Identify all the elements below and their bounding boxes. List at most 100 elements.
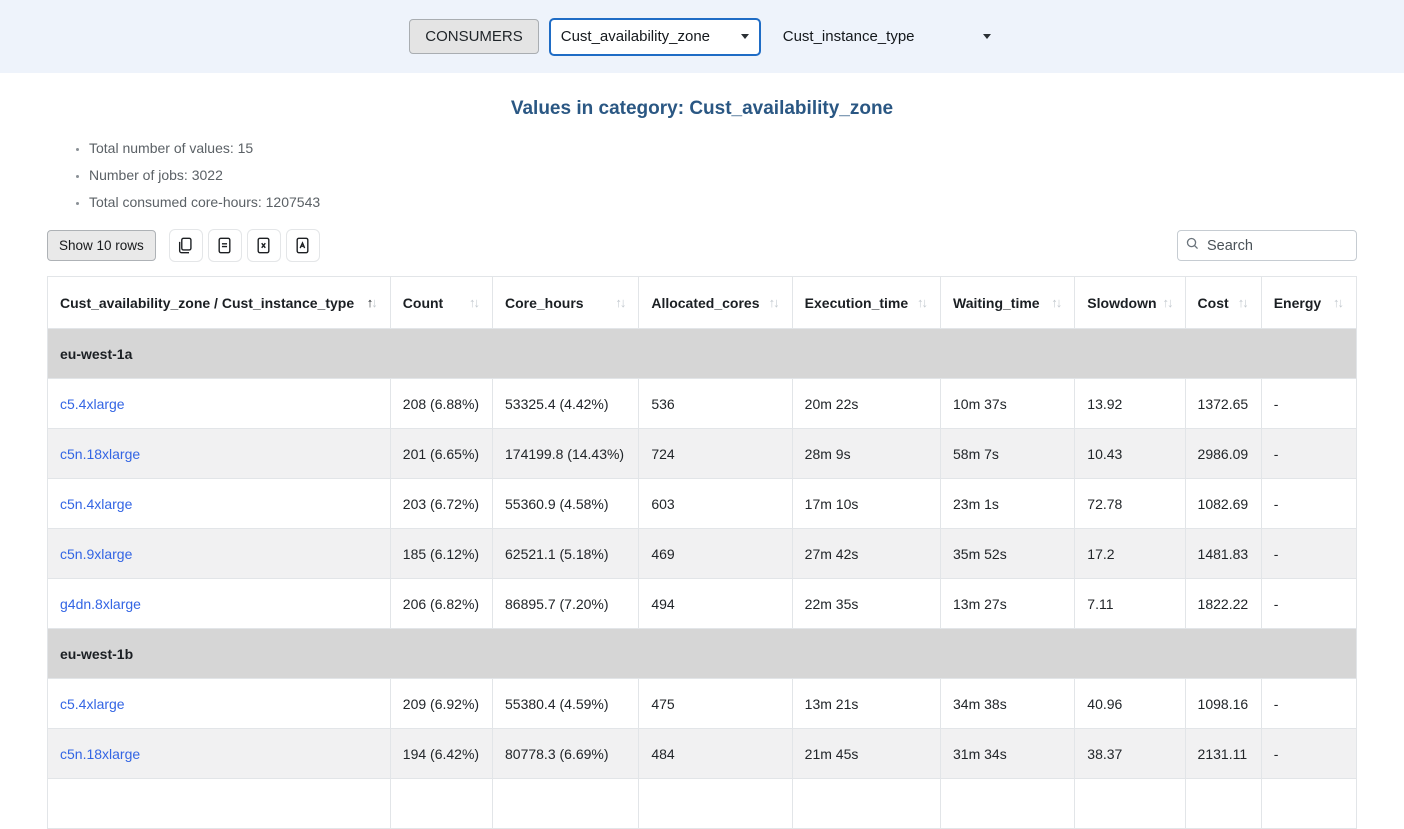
sort-arrows-icon: ↑↓: [615, 295, 626, 310]
export-pdf-button[interactable]: [286, 229, 320, 262]
data-cell: 28m 9s: [792, 429, 940, 479]
data-cell: 2986.09: [1185, 429, 1261, 479]
values-table: Cust_availability_zone / Cust_instance_t…: [47, 276, 1357, 829]
instance-link[interactable]: c5.4xlarge: [60, 396, 125, 412]
data-cell: 1372.65: [1185, 379, 1261, 429]
column-header[interactable]: Cust_availability_zone / Cust_instance_t…: [48, 277, 391, 329]
column-header-label: Slowdown: [1087, 295, 1156, 311]
data-cell: -: [1261, 479, 1356, 529]
table-row: c5n.18xlarge201 (6.65%)174199.8 (14.43%)…: [48, 429, 1357, 479]
export-excel-button[interactable]: [247, 229, 281, 262]
data-cell: 2131.11: [1185, 729, 1261, 779]
data-cell: 40.96: [1075, 679, 1185, 729]
instance-link[interactable]: g4dn.8xlarge: [60, 596, 141, 612]
data-cell: 185 (6.12%): [390, 529, 492, 579]
table-row: c5n.9xlarge185 (6.12%)62521.1 (5.18%)469…: [48, 529, 1357, 579]
data-cell: [639, 779, 792, 829]
data-cell: -: [1261, 679, 1356, 729]
breakdown-select[interactable]: Cust_instance_type: [779, 28, 995, 45]
column-header[interactable]: Allocated_cores↑↓: [639, 277, 792, 329]
data-cell: 203 (6.72%): [390, 479, 492, 529]
data-cell: 469: [639, 529, 792, 579]
topbar: CONSUMERS Cust_availability_zone Cust_in…: [0, 0, 1404, 73]
category-select[interactable]: Cust_availability_zone: [549, 18, 761, 56]
data-cell: 475: [639, 679, 792, 729]
data-cell: 10.43: [1075, 429, 1185, 479]
data-cell: 23m 1s: [941, 479, 1075, 529]
group-row: eu-west-1b: [48, 629, 1357, 679]
instance-link[interactable]: c5.4xlarge: [60, 696, 125, 712]
data-cell: -: [1261, 579, 1356, 629]
data-cell: 536: [639, 379, 792, 429]
instance-cell: c5n.4xlarge: [48, 479, 391, 529]
column-header[interactable]: Slowdown ↑↓: [1075, 277, 1185, 329]
data-cell: [390, 779, 492, 829]
data-cell: 72.78: [1075, 479, 1185, 529]
column-header-label: Energy: [1274, 295, 1321, 311]
column-header[interactable]: Cost ↑↓: [1185, 277, 1261, 329]
instance-link[interactable]: c5n.4xlarge: [60, 496, 132, 512]
data-cell: 13m 27s: [941, 579, 1075, 629]
data-cell: 494: [639, 579, 792, 629]
instance-cell: c5n.9xlarge: [48, 529, 391, 579]
column-header-label: Count: [403, 295, 443, 311]
data-cell: 55360.9 (4.58%): [493, 479, 639, 529]
instance-cell: c5.4xlarge: [48, 679, 391, 729]
instance-link[interactable]: c5n.18xlarge: [60, 746, 140, 762]
table-header-row: Cust_availability_zone / Cust_instance_t…: [48, 277, 1357, 329]
category-select-value: Cust_availability_zone: [561, 28, 710, 45]
data-cell: 20m 22s: [792, 379, 940, 429]
sort-arrows-icon: ↑↓: [367, 295, 378, 310]
export-csv-button[interactable]: [208, 229, 242, 262]
column-header[interactable]: Count ↑↓: [390, 277, 492, 329]
data-cell: 80778.3 (6.69%): [493, 729, 639, 779]
data-cell: 206 (6.82%): [390, 579, 492, 629]
instance-link[interactable]: c5n.9xlarge: [60, 546, 132, 562]
data-cell: 13m 21s: [792, 679, 940, 729]
data-cell: 21m 45s: [792, 729, 940, 779]
chevron-down-icon: [741, 34, 749, 39]
column-header[interactable]: Core_hours ↑↓: [493, 277, 639, 329]
data-cell: 194 (6.42%): [390, 729, 492, 779]
main-content: Values in category: Cust_availability_zo…: [0, 98, 1404, 829]
data-cell: 35m 52s: [941, 529, 1075, 579]
consumers-button[interactable]: CONSUMERS: [409, 19, 539, 54]
sort-arrows-icon: ↑↓: [1163, 295, 1174, 310]
show-rows-button[interactable]: Show 10 rows: [47, 230, 156, 261]
sort-arrows-icon: ↑↓: [917, 295, 928, 310]
sort-arrows-icon: ↑↓: [1051, 295, 1062, 310]
data-cell: 7.11: [1075, 579, 1185, 629]
stat-total-core-hours: Total consumed core-hours: 1207543: [89, 194, 1357, 210]
sort-arrows-icon: ↑↓: [469, 295, 480, 310]
chevron-down-icon: [983, 34, 991, 39]
data-cell: 38.37: [1075, 729, 1185, 779]
table-row: c5.4xlarge209 (6.92%)55380.4 (4.59%)4751…: [48, 679, 1357, 729]
file-excel-icon: [255, 237, 272, 254]
data-cell: 34m 38s: [941, 679, 1075, 729]
stat-number-of-jobs: Number of jobs: 3022: [89, 167, 1357, 183]
table-row: c5n.4xlarge203 (6.72%)55360.9 (4.58%)603…: [48, 479, 1357, 529]
table-row: c5n.18xlarge194 (6.42%)80778.3 (6.69%)48…: [48, 729, 1357, 779]
file-pdf-icon: [294, 237, 311, 254]
group-row: eu-west-1a: [48, 329, 1357, 379]
data-cell: 174199.8 (14.43%): [493, 429, 639, 479]
data-cell: [1261, 779, 1356, 829]
sort-arrows-icon: ↑↓: [1238, 295, 1249, 310]
data-cell: -: [1261, 429, 1356, 479]
table-row: [48, 779, 1357, 829]
column-header[interactable]: Execution_time↑↓: [792, 277, 940, 329]
summary-stats: Total number of values: 15 Number of job…: [75, 140, 1357, 210]
copy-button[interactable]: [169, 229, 203, 262]
column-header[interactable]: Waiting_time↑↓: [941, 277, 1075, 329]
column-header-label: Cost: [1198, 295, 1229, 311]
breakdown-select-value: Cust_instance_type: [783, 28, 915, 45]
search-box: [1177, 230, 1357, 261]
data-cell: 53325.4 (4.42%): [493, 379, 639, 429]
group-label: eu-west-1a: [48, 329, 1357, 379]
column-header[interactable]: Energy↑↓: [1261, 277, 1356, 329]
instance-cell: g4dn.8xlarge: [48, 579, 391, 629]
column-header-label: Cust_availability_zone / Cust_instance_t…: [60, 295, 354, 311]
column-header-label: Core_hours: [505, 295, 584, 311]
search-input[interactable]: [1205, 237, 1348, 255]
instance-link[interactable]: c5n.18xlarge: [60, 446, 140, 462]
